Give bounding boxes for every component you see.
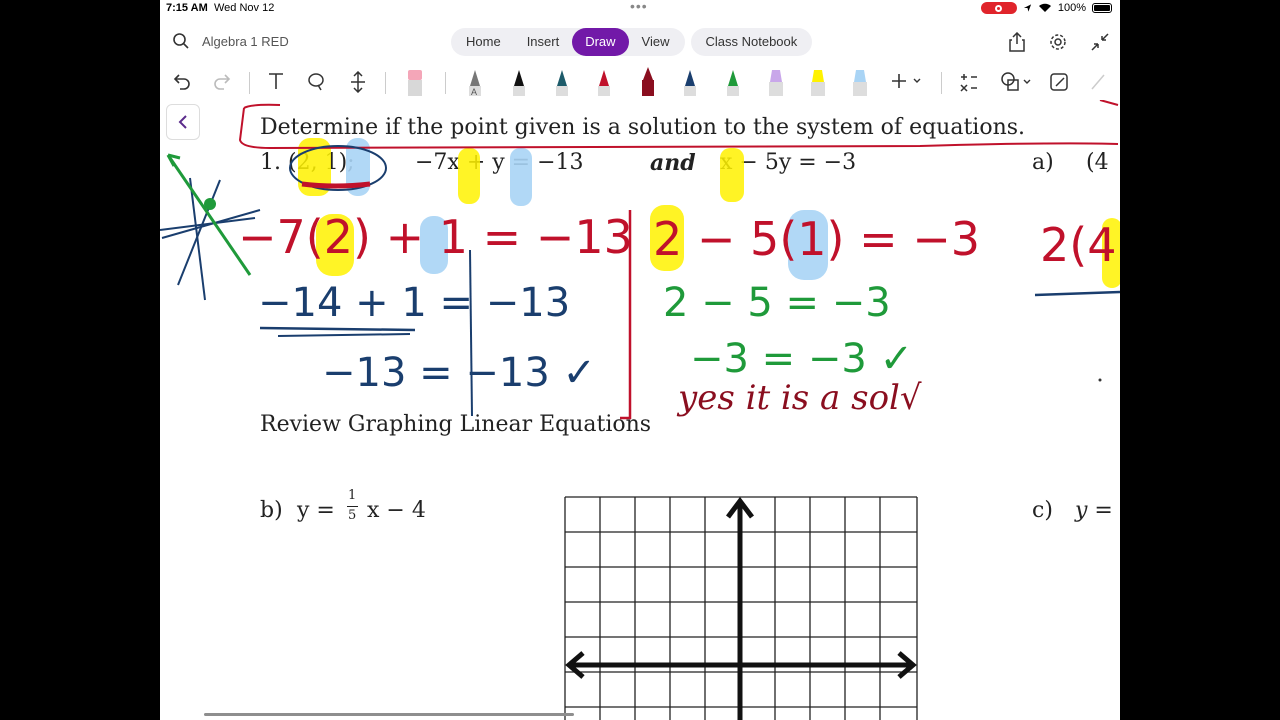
- collapse-icon[interactable]: [1090, 32, 1110, 52]
- back-button[interactable]: [166, 104, 200, 140]
- wifi-icon: [1038, 3, 1051, 12]
- ink-right-line-2: 2 − 5 = −3: [663, 280, 891, 326]
- ink-right-line-3: −3 = −3 ✓: [690, 336, 914, 382]
- pen-black-icon[interactable]: [510, 68, 528, 98]
- location-icon: [1023, 4, 1031, 12]
- tab-home[interactable]: Home: [453, 28, 514, 56]
- shapes-icon[interactable]: [1000, 71, 1034, 93]
- share-icon[interactable]: [1008, 32, 1026, 52]
- ink-left-line-2: −14 + 1 = −13: [258, 280, 571, 326]
- toolbar-divider: [385, 72, 386, 94]
- highlighter-yellow-icon[interactable]: [808, 68, 828, 98]
- draw-toolbar: A: [160, 66, 1120, 100]
- tab-draw[interactable]: Draw: [572, 28, 629, 56]
- ink-left-line-1: −7(2) + 1 = −13: [238, 210, 633, 264]
- class-notebook-group: Class Notebook: [690, 28, 813, 56]
- toolbar-divider: [445, 72, 446, 94]
- lasso-select-icon[interactable]: [306, 71, 326, 91]
- toolbar-divider: [941, 72, 942, 94]
- multitask-dots-icon[interactable]: •••: [630, 0, 648, 14]
- tab-group: Home Insert Draw View: [451, 28, 685, 56]
- chevron-left-icon: [178, 115, 187, 129]
- top-bar: Algebra 1 RED Home Insert Draw View Clas…: [160, 26, 1120, 60]
- text-tool-icon[interactable]: [266, 71, 286, 91]
- eraser-icon[interactable]: [405, 68, 425, 98]
- pen-darkred-selected-icon[interactable]: [638, 66, 658, 98]
- pencil-tool-icon[interactable]: A: [466, 68, 484, 98]
- tab-class-notebook[interactable]: Class Notebook: [693, 28, 811, 56]
- add-pen-icon[interactable]: [890, 71, 924, 91]
- note-canvas[interactable]: Determine if the point given is a soluti…: [160, 100, 1120, 720]
- add-space-icon[interactable]: [348, 71, 368, 93]
- ribbon-tabs: Home Insert Draw View Class Notebook: [451, 28, 813, 56]
- math-icon[interactable]: [958, 71, 980, 93]
- home-indicator[interactable]: [204, 713, 574, 716]
- status-date: Wed Nov 12: [214, 2, 275, 14]
- notebook-name[interactable]: Algebra 1 RED: [202, 34, 289, 49]
- battery-percent: 100%: [1057, 2, 1086, 14]
- ink-left-line-3: −13 = −13 ✓: [322, 350, 597, 396]
- pen-navy-icon[interactable]: [681, 68, 699, 98]
- ink-far-right: 2(4: [1040, 218, 1117, 272]
- onenote-app: 7:15 AM Wed Nov 12 ••• 100% Algebra 1 RE…: [160, 0, 1120, 720]
- undo-icon[interactable]: [172, 71, 192, 91]
- ink-conclusion: yes it is a sol√: [678, 378, 922, 418]
- svg-text:A: A: [471, 87, 477, 97]
- highlighter-blue-icon[interactable]: [850, 68, 870, 98]
- settings-gear-icon[interactable]: [1048, 32, 1068, 52]
- pen-red-icon[interactable]: [595, 68, 613, 98]
- screen-recording-icon[interactable]: [980, 2, 1017, 14]
- pen-teal-icon[interactable]: [553, 68, 571, 98]
- ink-to-shape-icon[interactable]: [1048, 71, 1070, 93]
- ink-right-line-1: 2 − 5(1) = −3: [653, 212, 981, 266]
- search-area[interactable]: Algebra 1 RED: [172, 32, 289, 50]
- ink-layer: [160, 100, 1120, 420]
- tab-view[interactable]: View: [629, 28, 683, 56]
- pen-green-icon[interactable]: [724, 68, 742, 98]
- top-right-icons: [1008, 32, 1110, 52]
- status-time: 7:15 AM: [166, 2, 208, 14]
- highlighter-purple-icon[interactable]: [766, 68, 786, 98]
- toolbar-divider: [249, 72, 250, 94]
- tab-insert[interactable]: Insert: [514, 28, 573, 56]
- battery-icon: [1092, 3, 1112, 13]
- more-tools-icon[interactable]: [1088, 71, 1108, 93]
- redo-icon[interactable]: [212, 71, 232, 91]
- search-icon[interactable]: [172, 32, 190, 50]
- status-bar: 7:15 AM Wed Nov 12 ••• 100%: [160, 0, 1120, 18]
